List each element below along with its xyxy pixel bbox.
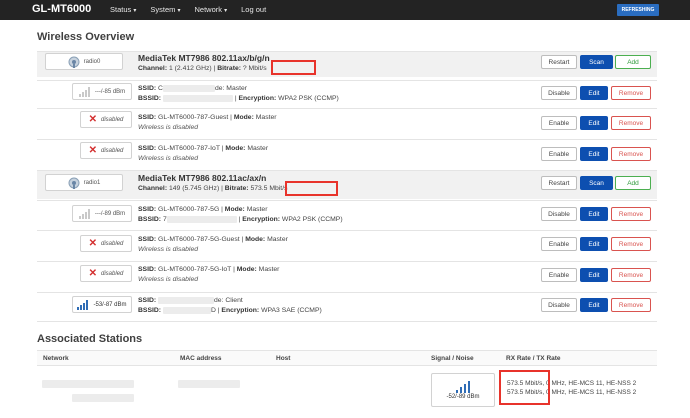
radio1-info: MediaTek MT7986 802.11ac/ax/n Channel: 1… [138,173,287,194]
header-network: Network [43,355,69,362]
brand-title[interactable]: GL-MT6000 [32,3,91,15]
associated-stations-title: Associated Stations [37,333,143,345]
disable-button[interactable]: Disable [541,298,577,312]
edit-button[interactable]: Edit [580,86,608,100]
header-mac: MAC address [180,355,222,362]
disable-button[interactable]: Disable [541,86,577,100]
header-signal: Signal / Noise [431,355,474,362]
signal-badge: -53/-87 dBm [72,296,132,313]
remove-button[interactable]: Remove [611,86,651,100]
edit-button[interactable]: Edit [580,268,608,282]
scan-button[interactable]: Scan [580,55,613,69]
restart-button[interactable]: Restart [541,55,577,69]
signal-bars-icon [78,86,90,97]
radio1-title: MediaTek MT7986 802.11ac/ax/n [138,173,267,183]
header-rate: RX Rate / TX Rate [506,355,561,362]
disabled-x-icon: ✕ [88,145,98,156]
network-info: SSID: de: Client BSSID: D | Encryption: … [138,296,322,314]
add-button[interactable]: Add [615,176,651,190]
radio1-badge: radio1 [45,174,123,191]
edit-button[interactable]: Edit [580,207,608,221]
mac-blurred [178,380,240,388]
signal-bars-icon [456,380,470,393]
menu-system[interactable]: System ▾ [150,5,180,14]
disabled-badge: ✕ disabled [80,265,132,282]
refreshing-badge[interactable]: REFRESHING [617,4,659,16]
radio1-details: Channel: 149 (5.745 GHz) | Bitrate: 573.… [138,185,288,192]
disabled-badge: ✕ disabled [80,111,132,128]
signal-badge: ---/-85 dBm [72,83,132,100]
scan-button[interactable]: Scan [580,176,613,190]
enable-button[interactable]: Enable [541,116,577,130]
main-menu: Status ▾ System ▾ Network ▾ Log out [110,5,266,14]
enable-button[interactable]: Enable [541,147,577,161]
edit-button[interactable]: Edit [580,116,608,130]
wifi-radio-icon [68,177,80,189]
network-info: SSID: GL-MT6000-787-5G | Mode: Master BS… [138,206,343,223]
disabled-badge: ✕ disabled [80,235,132,252]
add-button[interactable]: Add [615,55,651,69]
network-info: SSID: GL-MT6000-787-5G-Guest | Mode: Mas… [138,236,288,253]
edit-button[interactable]: Edit [580,147,608,161]
radio1-bitrate: 573.5 Mbit/s [250,185,288,192]
disabled-x-icon: ✕ [88,268,98,279]
menu-logout[interactable]: Log out [241,5,266,14]
highlight-box [499,370,550,405]
disable-button[interactable]: Disable [541,207,577,221]
network-info: SSID: Cde: Master BSSID: | Encryption: W… [138,84,339,102]
radio0-info: MediaTek MT7986 802.11ax/b/g/n Channel: … [138,53,270,74]
remove-button[interactable]: Remove [611,207,651,221]
network-blurred [72,394,134,402]
radio0-bitrate: ? Mbit/s [242,65,267,72]
network-info: SSID: GL-MT6000-787-5G-IoT | Mode: Maste… [138,266,280,283]
edit-button[interactable]: Edit [580,237,608,251]
top-navbar: GL-MT6000 Status ▾ System ▾ Network ▾ Lo… [0,0,690,20]
radio0-badge: radio0 [45,53,123,70]
disabled-x-icon: ✕ [88,238,98,249]
remove-button[interactable]: Remove [611,147,651,161]
signal-badge: ---/-89 dBm [72,205,132,222]
remove-button[interactable]: Remove [611,237,651,251]
header-host: Host [276,355,291,362]
highlight-box [285,181,338,196]
radio0-title: MediaTek MT7986 802.11ax/b/g/n [138,53,270,63]
network-info: SSID: GL-MT6000-787-IoT | Mode: Master W… [138,145,269,162]
wifi-radio-icon [68,56,80,68]
wireless-overview-title: Wireless Overview [37,31,135,43]
enable-button[interactable]: Enable [541,268,577,282]
edit-button[interactable]: Edit [580,298,608,312]
remove-button[interactable]: Remove [611,116,651,130]
network-info: SSID: GL-MT6000-787-Guest | Mode: Master… [138,114,277,131]
network-blurred [42,380,134,388]
enable-button[interactable]: Enable [541,237,577,251]
remove-button[interactable]: Remove [611,298,651,312]
signal-bars-icon [77,299,89,310]
menu-network[interactable]: Network ▾ [195,5,228,14]
radio0-details: Channel: 1 (2.412 GHz) | Bitrate: ? Mbit… [138,65,267,72]
disabled-badge: ✕ disabled [80,142,132,159]
restart-button[interactable]: Restart [541,176,577,190]
remove-button[interactable]: Remove [611,268,651,282]
menu-status[interactable]: Status ▾ [110,5,136,14]
highlight-box [271,60,316,75]
disabled-x-icon: ✕ [88,114,98,125]
signal-bars-icon [78,208,90,219]
station-signal-badge: -52/-89 dBm [431,373,495,407]
stations-table-header: Network MAC address Host Signal / Noise … [37,350,657,366]
